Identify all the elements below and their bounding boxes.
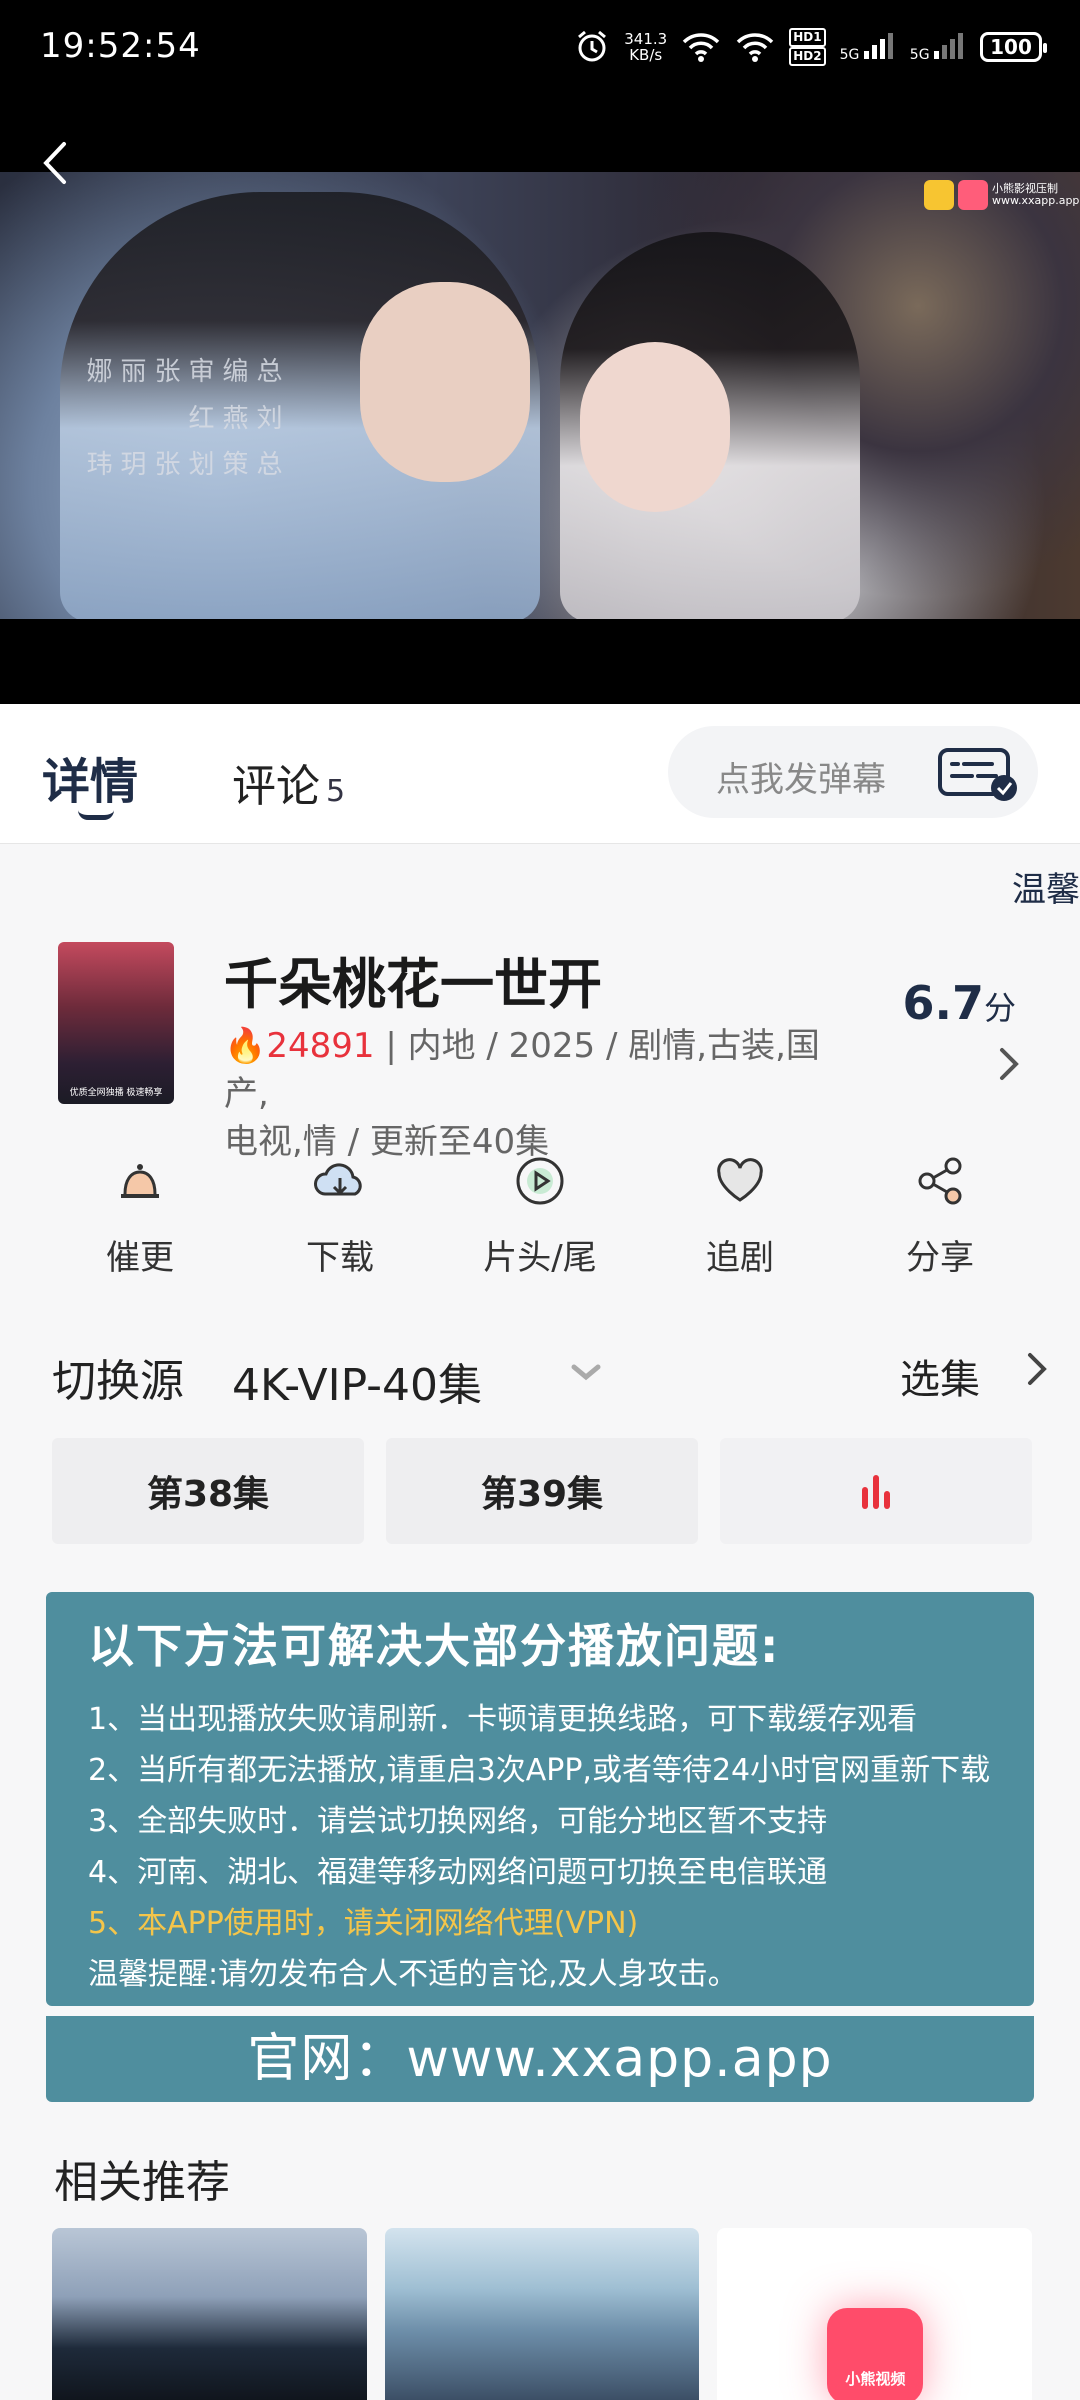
chevron-right-icon[interactable] — [1022, 1349, 1052, 1389]
credit-2: 刘燕红 — [184, 404, 282, 430]
official-site-banner[interactable]: 官网：www.xxapp.app — [46, 2016, 1034, 2102]
recommend-item[interactable] — [52, 2228, 367, 2400]
video-frame[interactable]: 总编审 张丽娜 刘燕红 总策划 张玥玮 小熊影视压制 www.xxapp.app — [0, 172, 1080, 619]
score-value: 6.7 — [902, 976, 984, 1030]
playback-notice: 以下方法可解决大部分播放问题: 1、当出现播放失败请刷新．卡顿请更换线路，可下载… — [46, 1592, 1034, 2006]
tab-detail[interactable]: 详情 — [42, 742, 138, 812]
alarm-icon — [578, 30, 607, 62]
watermark-text: 小熊影视压制 www.xxapp.app — [992, 182, 1080, 207]
notice-line: 1、当出现播放失败请刷新．卡顿请更换线路，可下载缓存观看 — [88, 1702, 918, 1737]
hd1-badge: HD1 — [789, 28, 826, 47]
recommend-title: 相关推荐 — [54, 2157, 230, 2208]
notice-line-highlight: 5、本APP使用时，请关闭网络代理(VPN) — [88, 1906, 639, 1941]
sig1-label: 5G — [839, 47, 860, 63]
sig2-label: 5G — [909, 47, 930, 63]
status-time: 19:52:54 — [40, 26, 201, 66]
credit-1: 总编审 张丽娜 — [82, 357, 282, 383]
poster-caption: 优质全网独播 极速畅享 — [69, 1088, 163, 1098]
notice-line: 3、全部失败时．请尝试切换网络，可能分地区暂不支持 — [88, 1804, 828, 1839]
net-speed-value: 341.3 — [624, 30, 668, 48]
hd2-badge: HD2 — [789, 47, 826, 66]
recommend-item[interactable] — [384, 2228, 700, 2400]
credit-3: 总策划 张玥玮 — [82, 450, 282, 476]
source-row: 切换源 4K-VIP-40集 选集 — [0, 1335, 1080, 1415]
episode-list: 第38集 第39集 — [52, 1438, 1032, 1544]
episode-39[interactable]: 第39集 — [386, 1438, 698, 1544]
back-arrow-icon[interactable] — [36, 138, 76, 188]
danmaku-input[interactable]: 点我发弹幕 — [668, 726, 1038, 818]
marquee-notice: 温馨 — [1012, 870, 1080, 910]
cloud-download-icon — [314, 1163, 362, 1196]
notice-line: 温馨提醒:请勿发布合人不适的言论,及人身攻击。 — [88, 1957, 738, 1992]
recommend-list: 小熊视频 — [52, 2228, 1033, 2400]
comments-count: 5 — [326, 774, 346, 809]
tabs-bar: 详情 评论 5 点我发弹幕 — [0, 704, 1080, 844]
action-remind-label: 催更 — [106, 1238, 174, 1278]
net-speed-unit: KB/s — [629, 46, 663, 64]
fire-icon: 🔥 — [224, 1026, 267, 1066]
action-remind[interactable]: 催更 — [70, 1150, 210, 1290]
action-follow[interactable]: 追剧 — [670, 1150, 810, 1290]
action-bar: 催更 下载 片头/尾 追剧 分享 — [0, 1150, 1080, 1290]
hd-badges: HD1 HD2 — [789, 28, 826, 66]
episode-picker-button[interactable]: 选集 — [900, 1347, 980, 1405]
video-player[interactable]: 总编审 张丽娜 刘燕红 总策划 张玥玮 小熊影视压制 www.xxapp.app — [0, 100, 1080, 704]
action-download[interactable]: 下载 — [270, 1150, 410, 1290]
source-label: 切换源 — [52, 1356, 184, 1407]
signal-5g-2: 5G — [910, 31, 966, 63]
share-icon — [918, 1157, 962, 1205]
drama-poster[interactable]: 优质全网独播 极速畅享 — [58, 942, 174, 1104]
app-logo-icon: 小熊视频 — [827, 2308, 924, 2400]
watermark-logo-pink — [958, 180, 988, 210]
status-icons: 341.3 KB/s HD1 HD2 5G 5G 100 — [574, 28, 1047, 66]
action-follow-label: 追剧 — [706, 1238, 774, 1278]
status-bar: 19:52:54 341.3 KB/s HD1 HD2 5G 5G 100 — [0, 0, 1080, 100]
danmaku-settings-icon[interactable] — [934, 744, 1024, 804]
source-select[interactable]: 4K-VIP-40集 — [232, 1349, 482, 1413]
playing-equalizer-icon — [862, 1475, 890, 1509]
action-download-label: 下载 — [306, 1238, 374, 1278]
drama-title: 千朵桃花一世开 — [224, 953, 602, 1016]
drama-info: 优质全网独播 极速畅享 千朵桃花一世开 🔥24891 | 内地 / 2025 /… — [0, 930, 1080, 1162]
tab-comments-label: 评论 — [232, 761, 320, 812]
watermark-logo-yellow — [924, 180, 954, 210]
bell-icon — [121, 1164, 159, 1198]
action-skip-intro[interactable]: 片头/尾 — [470, 1150, 610, 1290]
recommend-item[interactable]: 小熊视频 — [717, 2228, 1033, 2400]
tab-active-indicator — [78, 810, 114, 820]
wifi-icon — [682, 33, 720, 62]
signal-bars-icon — [934, 33, 963, 59]
notice-title: 以下方法可解决大部分播放问题: — [88, 1619, 781, 1673]
notice-line: 2、当所有都无法播放,请重启3次APP,或者等待24小时官网重新下载 — [88, 1753, 991, 1788]
score-unit: 分 — [983, 989, 1016, 1027]
drama-meta: 🔥24891 | 内地 / 2025 / 剧情,古装,国产, 电视,情 / 更新… — [224, 1022, 864, 1166]
net-speed: 341.3 KB/s — [624, 31, 667, 63]
chevron-right-icon[interactable] — [994, 1044, 1024, 1084]
video-face-right — [580, 342, 730, 512]
video-watermark: 小熊影视压制 www.xxapp.app — [924, 180, 1080, 210]
episode-40-playing[interactable] — [720, 1438, 1032, 1544]
battery-icon: 100 — [980, 32, 1047, 62]
drama-score[interactable]: 6.7分 — [902, 976, 1016, 1030]
play-circle-icon — [516, 1157, 564, 1205]
heat-count: 24891 — [266, 1026, 375, 1066]
wifi-icon-2 — [736, 33, 774, 62]
action-share[interactable]: 分享 — [870, 1150, 1010, 1290]
heart-icon — [717, 1158, 763, 1202]
signal-5g-1: 5G — [840, 31, 896, 63]
action-share-label: 分享 — [906, 1238, 974, 1278]
video-credits: 总编审 张丽娜 刘燕红 总策划 张玥玮 — [80, 357, 284, 477]
chevron-down-icon[interactable] — [566, 1353, 606, 1393]
notice-lines: 1、当出现播放失败请刷新．卡顿请更换线路，可下载缓存观看 2、当所有都无法播放,… — [88, 1694, 990, 2000]
tab-comments[interactable]: 评论 5 — [232, 750, 345, 814]
action-skip-intro-label: 片头/尾 — [483, 1238, 597, 1278]
episode-38[interactable]: 第38集 — [52, 1438, 364, 1544]
signal-bars-icon — [863, 33, 893, 59]
danmaku-placeholder: 点我发弹幕 — [716, 760, 886, 800]
video-face-left — [360, 282, 530, 482]
notice-line: 4、河南、湖北、福建等移动网络问题可切换至电信联通 — [88, 1855, 828, 1890]
